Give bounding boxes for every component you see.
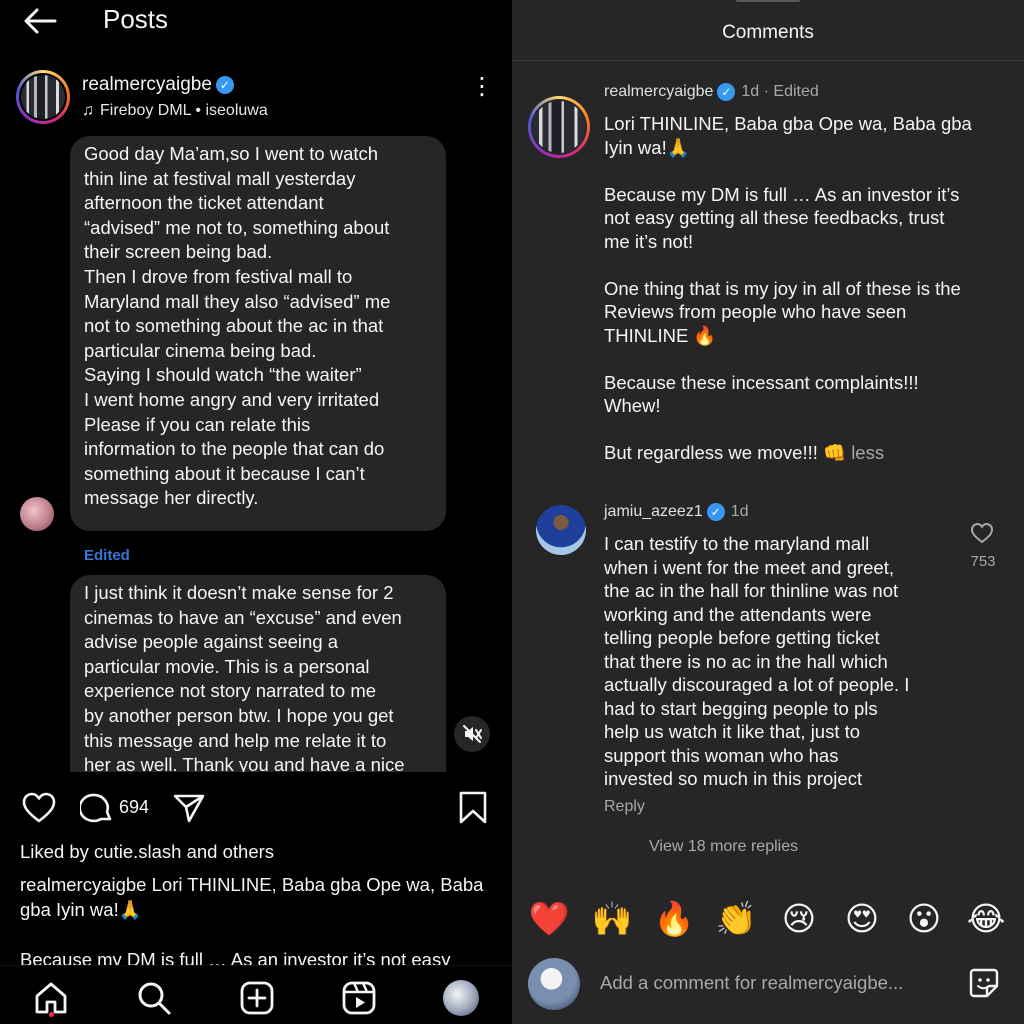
emoji-surprised[interactable]: 😮	[902, 899, 946, 939]
post-caption-continued: Because my DM is full … As an investor i…	[20, 949, 451, 965]
message-bubble: Good day Ma’am,so I went to watch thin l…	[70, 136, 446, 531]
comment-bubble-icon	[78, 793, 112, 823]
mute-button[interactable]	[454, 716, 490, 752]
comments-sheet: Comments realmercyaigbe ✓ 1d · Edited Lori…	[512, 0, 1024, 1024]
comment-text: Lori THINLINE, Baba gba Ope wa, Baba gba…	[604, 113, 972, 463]
add-square-icon	[240, 981, 274, 1015]
emoji-quick-reactions: ❤️ 🙌 🔥 👏 😢 😍 😮 😂	[512, 895, 1024, 947]
comment-meta: 1d · Edited	[741, 83, 819, 101]
nav-search[interactable]	[136, 980, 172, 1016]
comment-count: 694	[119, 797, 150, 817]
music-attribution[interactable]: ♫ Fireboy DML • iseoluwa	[82, 102, 268, 120]
back-button[interactable]	[22, 6, 58, 36]
comment-button[interactable]	[78, 792, 114, 824]
notification-dot	[49, 1012, 54, 1017]
save-button[interactable]	[458, 791, 488, 825]
emoji-heart[interactable]: ❤️	[527, 899, 571, 939]
nav-reels[interactable]	[341, 980, 377, 1016]
reels-icon	[342, 981, 376, 1015]
page-title: Posts	[103, 4, 169, 34]
comment-username[interactable]: realmercyaigbe	[604, 83, 713, 100]
post-panel: Posts realmercyaigbe ✓ ♫ Fireboy DML • ise…	[0, 0, 512, 1024]
author-username[interactable]: realmercyaigbe ✓	[82, 74, 234, 96]
heart-icon	[970, 522, 994, 544]
verified-badge-icon: ✓	[215, 75, 234, 94]
comment-header: realmercyaigbe ✓ 1d · Edited	[604, 83, 819, 101]
heart-icon	[22, 792, 56, 823]
post-caption: realmercyaigbe Lori THINLINE, Baba gba O…	[20, 874, 484, 920]
post-header: realmercyaigbe ✓ ♫ Fireboy DML • iseoluwa …	[0, 66, 512, 128]
verified-badge-icon: ✓	[706, 503, 725, 521]
bottom-navigation	[0, 965, 512, 1024]
comment-header: jamiu_azeez1 ✓ 1d	[604, 503, 749, 521]
comment-author-avatar[interactable]	[528, 96, 590, 158]
nav-create[interactable]	[239, 980, 275, 1016]
music-note-icon: ♫	[82, 102, 94, 119]
share-button[interactable]	[172, 792, 206, 824]
top-bar: Posts	[0, 0, 512, 44]
comment-author-avatar[interactable]	[536, 505, 586, 555]
comment-meta: 1d	[730, 503, 749, 521]
emoji-heart-eyes[interactable]: 😍	[840, 899, 884, 939]
like-button[interactable]	[22, 792, 56, 824]
paper-plane-icon	[173, 794, 205, 823]
emoji-laughing[interactable]: 😂	[964, 899, 1008, 939]
post-action-bar: 694	[0, 786, 512, 830]
emoji-fire[interactable]: 🔥	[652, 899, 696, 939]
comment-like-count: 753	[970, 553, 996, 570]
home-icon	[35, 982, 67, 1014]
author-avatar[interactable]	[16, 70, 70, 124]
verified-badge-icon: ✓	[717, 83, 736, 101]
emoji-crying[interactable]: 😢	[777, 899, 821, 939]
drag-handle[interactable]	[736, 0, 800, 2]
message-bubble: I just think it doesn’t make sense for 2…	[70, 575, 446, 805]
search-icon	[138, 982, 171, 1015]
view-replies-link[interactable]: View 18 more replies	[649, 838, 798, 856]
comments-title: Comments	[722, 22, 814, 43]
nav-home[interactable]	[33, 980, 69, 1016]
likes-summary[interactable]: Liked by cutie.slash and others	[20, 841, 274, 863]
less-link[interactable]: less	[851, 442, 884, 463]
emoji-clapping[interactable]: 👏	[714, 899, 758, 939]
more-options-button[interactable]: ⋮	[470, 75, 494, 112]
nav-profile-avatar[interactable]	[443, 980, 479, 1016]
sticker-icon	[969, 968, 999, 998]
comment-text: I can testify to the maryland mall when …	[604, 533, 910, 789]
edited-label: Edited	[84, 547, 130, 564]
reply-button[interactable]: Reply	[604, 798, 645, 816]
sticker-button[interactable]	[968, 967, 1000, 999]
bookmark-icon	[459, 791, 487, 824]
divider	[512, 60, 1024, 61]
emoji-raised-hands[interactable]: 🙌	[590, 899, 634, 939]
arrow-left-icon	[24, 8, 57, 34]
speaker-muted-icon	[463, 725, 482, 743]
comment-like-button[interactable]	[970, 522, 994, 544]
current-user-avatar	[528, 958, 580, 1010]
comment-input[interactable]	[600, 968, 940, 998]
sender-avatar	[20, 497, 54, 531]
comment-username[interactable]: jamiu_azeez1	[604, 503, 703, 520]
